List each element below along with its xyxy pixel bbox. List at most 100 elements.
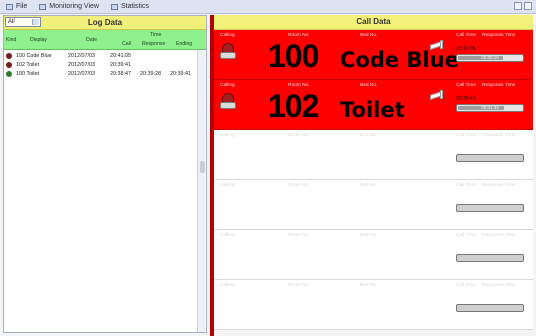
call-card[interactable]: Calling Room No. Bed No. Call Time Response …	[214, 80, 533, 130]
response-progress-bar	[456, 154, 524, 162]
app-window: File Monitoring View Statistics Log Data…	[0, 0, 536, 336]
cell-date: 2012/07/03	[68, 62, 95, 68]
label-calling: Calling	[220, 83, 235, 88]
cell-date: 2012/07/03	[68, 53, 95, 59]
log-table-header: Kind Display Date Time Call Response End…	[4, 30, 206, 50]
label-room-no: Room No.	[288, 133, 310, 138]
bed-label: Toilet	[340, 98, 405, 122]
menu-bar: File Monitoring View Statistics	[0, 0, 536, 14]
log-scrollbar-thumb[interactable]	[200, 161, 205, 173]
menu-label-statistics: Statistics	[120, 3, 149, 10]
call-header-bar: Call Data	[214, 15, 533, 30]
label-calling: Calling	[220, 233, 235, 238]
col-time-group: Time	[150, 32, 162, 38]
cell-call: 20:38:47	[110, 71, 131, 77]
menu-item-statistics[interactable]: Statistics	[105, 3, 155, 10]
minimize-button[interactable]	[514, 2, 522, 10]
response-progress-text: 00:00:10	[481, 55, 499, 60]
label-response-time: Response Time	[482, 133, 516, 138]
response-progress-bar: 00:00:10	[456, 54, 524, 62]
log-table-body: 100 Code Blue 2012/07/03 20:41:05 102 To…	[4, 50, 206, 334]
label-bed-no: Bed No.	[360, 133, 378, 138]
cell-call: 20:39:41	[110, 62, 131, 68]
col-date: Date	[86, 37, 97, 43]
cell-display: 100 Code Blue	[16, 53, 52, 59]
col-display: Display	[30, 37, 48, 43]
call-card[interactable]: Calling Room No. Bed No. Call Time Response …	[214, 280, 533, 330]
menu-label-monitoring-view: Monitoring View	[49, 3, 99, 10]
response-progress-text: 00:01:34	[481, 105, 499, 110]
col-ending: Ending	[176, 41, 193, 47]
call-panel: Call Data Calling Room No. Bed No. Call Tim…	[214, 15, 533, 336]
log-scrollbar[interactable]	[197, 50, 205, 332]
label-calling: Calling	[220, 133, 235, 138]
call-title: Call Data	[356, 17, 391, 26]
call-card[interactable]: Calling Room No. Bed No. Call Time Response …	[214, 130, 533, 180]
label-response-time: Response Time	[482, 283, 516, 288]
window-controls	[514, 2, 532, 10]
menu-label-file: File	[16, 3, 28, 10]
label-call-time: Call Time	[456, 33, 476, 38]
cell-ending: 20:39:41	[170, 71, 191, 77]
label-bed-no: Bed No.	[360, 233, 378, 238]
menu-item-file[interactable]: File	[0, 3, 33, 10]
label-bed-no: Bed No.	[360, 183, 378, 188]
response-progress-bar	[456, 204, 524, 212]
call-card[interactable]: Calling Room No. Bed No. Call Time Response …	[214, 230, 533, 280]
label-bed-no: Bed No.	[360, 33, 378, 38]
siren-icon	[220, 93, 236, 113]
log-header-bar: Log Data All	[4, 16, 206, 30]
label-response-time: Response Time	[482, 233, 516, 238]
response-progress-bar	[456, 304, 524, 312]
call-card[interactable]: Calling Room No. Bed No. Call Time Response …	[214, 180, 533, 230]
cell-display: 102 Toilet	[16, 62, 39, 68]
label-call-time: Call Time	[456, 83, 476, 88]
col-call: Call	[122, 41, 131, 47]
label-calling: Calling	[220, 33, 235, 38]
room-number: 102	[268, 88, 319, 124]
label-call-time: Call Time	[456, 133, 476, 138]
bed-icon	[430, 40, 444, 52]
bell-icon	[6, 62, 12, 68]
label-bed-no: Bed No.	[360, 283, 378, 288]
table-row[interactable]: 102 Toilet 2012/07/03 20:39:41	[4, 61, 206, 69]
label-bed-no: Bed No.	[360, 83, 378, 88]
file-icon	[6, 3, 13, 10]
call-card[interactable]: Calling Room No. Bed No. Call Time Response …	[214, 30, 533, 80]
col-kind: Kind	[6, 37, 17, 43]
table-row[interactable]: 100 Toilet 2012/07/03 20:38:47 20:39:28 …	[4, 70, 206, 78]
cell-call: 20:41:05	[110, 53, 131, 59]
log-filter-select[interactable]: All	[5, 17, 41, 27]
monitor-icon	[39, 3, 47, 10]
cell-response: 20:39:28	[140, 71, 161, 77]
response-progress-bar	[456, 254, 524, 262]
label-room-no: Room No.	[288, 283, 310, 288]
response-progress-bar: 00:01:34	[456, 104, 524, 112]
bell-icon	[6, 53, 12, 59]
label-room-no: Room No.	[288, 233, 310, 238]
label-call-time: Call Time	[456, 183, 476, 188]
label-response-time: Response Time	[482, 183, 516, 188]
label-response-time: Response Time	[482, 83, 516, 88]
table-row[interactable]: 100 Code Blue 2012/07/03 20:41:05	[4, 52, 206, 60]
chart-icon	[110, 3, 118, 10]
call-time-value: 20:41:05	[456, 46, 476, 52]
label-calling: Calling	[220, 283, 235, 288]
menu-item-monitoring-view[interactable]: Monitoring View	[33, 3, 105, 10]
bed-icon	[430, 90, 444, 102]
label-room-no: Room No.	[288, 183, 310, 188]
log-filter-value: All	[8, 19, 15, 25]
log-panel: Log Data All Kind Display Date Time Call…	[3, 15, 207, 333]
col-response: Response	[142, 41, 166, 47]
label-call-time: Call Time	[456, 233, 476, 238]
label-call-time: Call Time	[456, 283, 476, 288]
room-number: 100	[268, 38, 319, 74]
label-response-time: Response Time	[482, 33, 516, 38]
cell-date: 2012/07/03	[68, 71, 95, 77]
chevron-down-icon	[32, 19, 39, 25]
restore-button[interactable]	[524, 2, 532, 10]
call-time-value: 20:39:41	[456, 96, 476, 102]
siren-icon	[220, 43, 236, 63]
cell-display: 100 Toilet	[16, 71, 39, 77]
label-calling: Calling	[220, 183, 235, 188]
